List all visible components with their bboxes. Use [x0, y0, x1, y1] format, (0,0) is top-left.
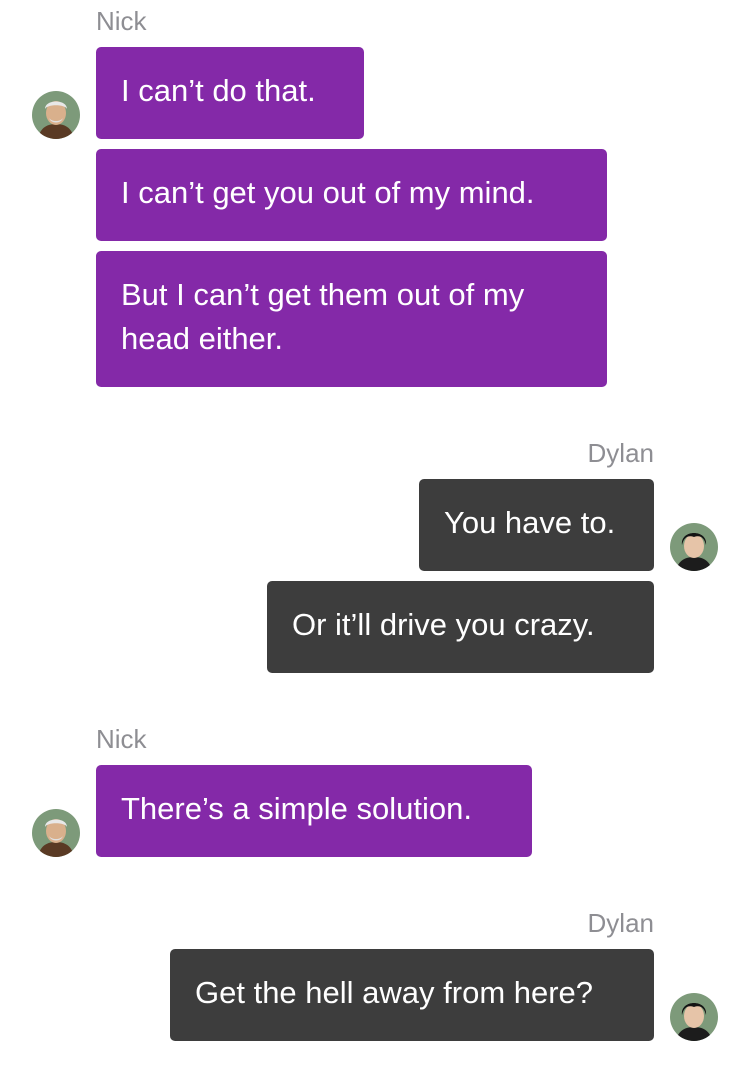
sender-name: Nick — [96, 724, 147, 754]
message-bubble[interactable]: But I can’t get them out of my head eith… — [96, 251, 607, 387]
message-bubble[interactable]: I can’t do that. — [96, 47, 364, 139]
sender-name: Dylan — [587, 908, 654, 938]
message-bubble[interactable]: I can’t get you out of my mind. — [96, 149, 607, 241]
dylan-avatar-icon[interactable] — [670, 993, 718, 1041]
message-bubble[interactable]: Get the hell away from here? — [170, 949, 654, 1041]
nick-avatar-icon[interactable] — [32, 91, 80, 139]
message-bubble[interactable]: There’s a simple solution. — [96, 765, 532, 857]
dylan-avatar-icon[interactable] — [670, 523, 718, 571]
nick-avatar-icon[interactable] — [32, 809, 80, 857]
message-bubble[interactable]: Or it’ll drive you crazy. — [267, 581, 654, 673]
sender-name: Nick — [96, 6, 147, 36]
message-bubble[interactable]: You have to. — [419, 479, 654, 571]
sender-name: Dylan — [587, 438, 654, 468]
